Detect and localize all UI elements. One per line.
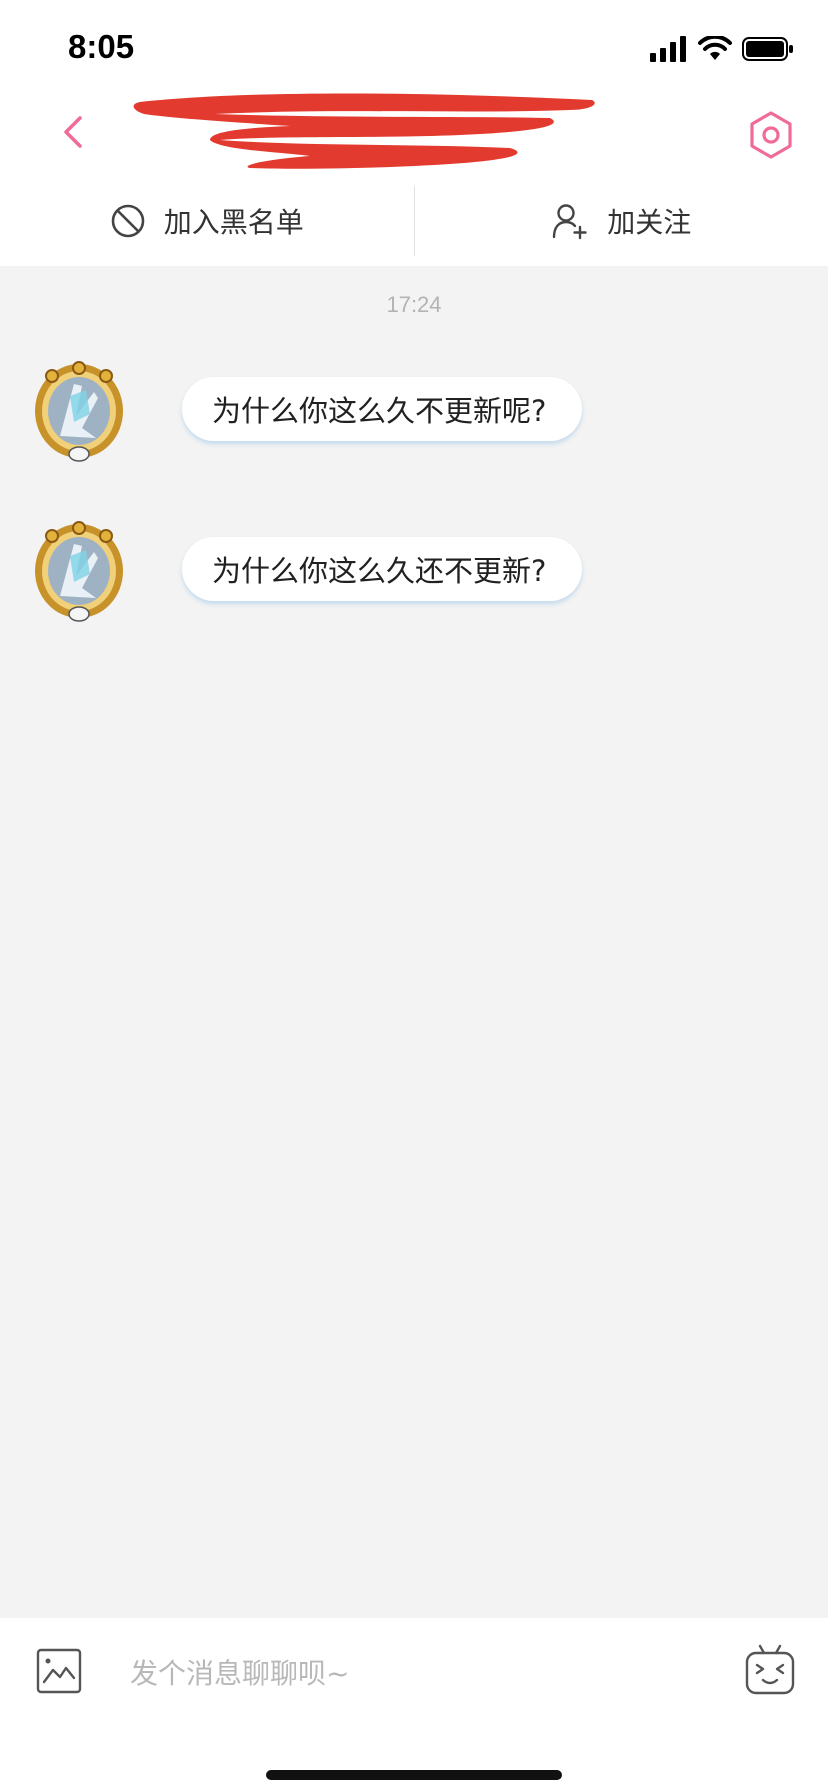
avatar[interactable] <box>30 516 128 622</box>
home-indicator <box>266 1770 562 1780</box>
signal-icon <box>650 36 686 62</box>
status-bar: 8:05 <box>0 0 828 88</box>
message-timestamp: 17:24 <box>386 292 442 317</box>
follow-label: 加关注 <box>607 206 692 239</box>
blacklist-label: 加入黑名单 <box>163 206 304 239</box>
battery-icon <box>742 37 793 61</box>
message-bubble[interactable]: 为什么你这么久不更新呢? <box>182 377 583 441</box>
chat-area[interactable]: 17:24 为什么你这么久不更新呢? 为什么你这么久还不更新? <box>0 266 828 1618</box>
block-icon <box>111 204 145 238</box>
message-input[interactable] <box>110 1644 750 1702</box>
message-row: 为什么你这么久还不更新? <box>30 516 583 622</box>
chevron-left-icon <box>64 116 82 148</box>
message-composer <box>0 1618 828 1792</box>
add-user-icon <box>553 204 587 240</box>
profile-actions: 加入黑名单 加关注 <box>0 176 828 266</box>
hexagon-gear-icon <box>750 111 792 159</box>
settings-button[interactable] <box>744 108 798 162</box>
redacted-title <box>133 93 595 169</box>
image-icon <box>36 1648 82 1694</box>
back-button[interactable] <box>50 108 98 156</box>
bilibili-tv-emoji-icon <box>745 1644 795 1695</box>
wifi-icon <box>698 36 732 60</box>
image-picker-button[interactable] <box>36 1648 82 1694</box>
status-time: 8:05 <box>68 28 135 65</box>
message-bubble[interactable]: 为什么你这么久还不更新? <box>182 537 583 601</box>
status-icons <box>650 34 794 64</box>
emoji-button[interactable] <box>744 1644 796 1696</box>
blacklist-button[interactable]: 加入黑名单 <box>0 176 414 266</box>
follow-button[interactable]: 加关注 <box>415 176 828 266</box>
avatar[interactable] <box>30 356 128 462</box>
nav-bar <box>0 88 828 176</box>
message-row: 为什么你这么久不更新呢? <box>30 356 583 462</box>
